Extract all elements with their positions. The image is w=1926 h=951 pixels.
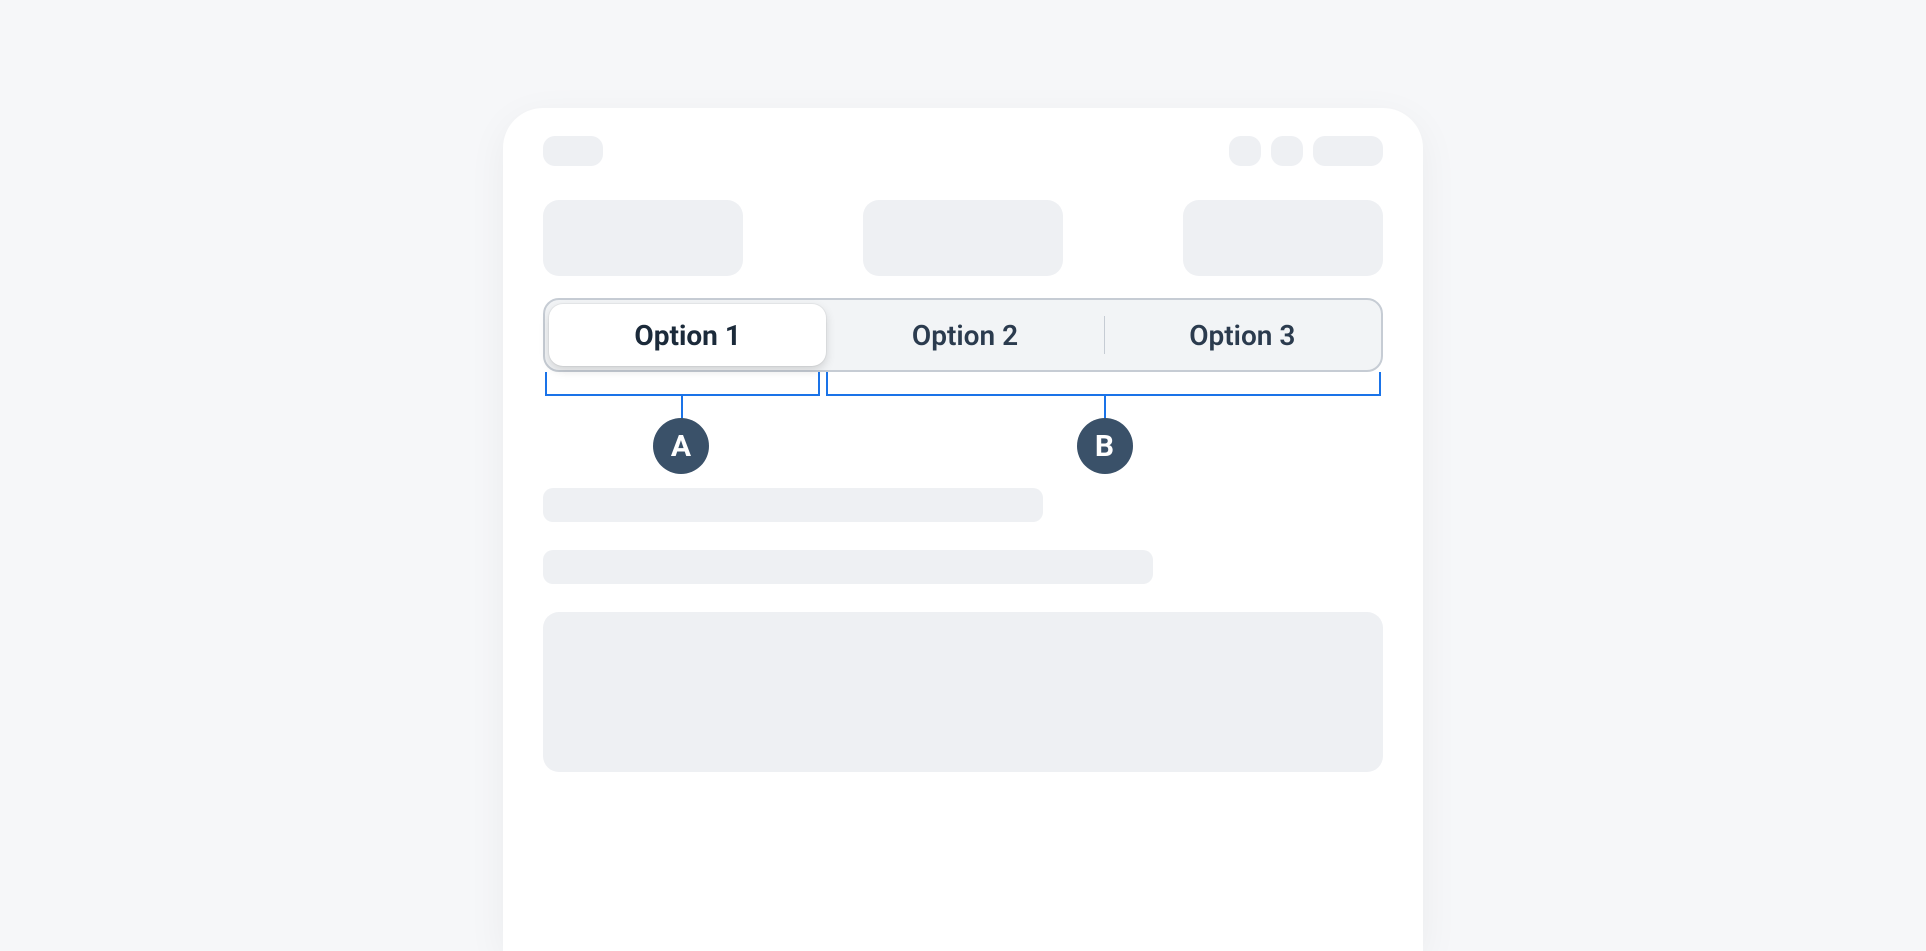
annotation-label: B xyxy=(1095,429,1114,464)
annotation-badge-a: A xyxy=(653,418,709,474)
content-block-placeholder xyxy=(543,612,1383,772)
bracket-a xyxy=(545,372,820,396)
top-bar xyxy=(503,108,1423,182)
device-frame: Option 1 Option 2 Option 3 A B xyxy=(503,108,1423,951)
segmented-option-1[interactable]: Option 1 xyxy=(549,304,826,366)
segmented-option-label: Option 1 xyxy=(634,319,740,352)
action-placeholder-3 xyxy=(1313,136,1383,166)
summary-tiles xyxy=(503,182,1423,276)
segmented-control-container: Option 1 Option 2 Option 3 xyxy=(503,276,1423,372)
annotation-brackets: A B xyxy=(543,372,1383,462)
segmented-option-label: Option 3 xyxy=(1189,319,1295,352)
tile-placeholder-3 xyxy=(1183,200,1383,276)
content-placeholders xyxy=(503,440,1423,772)
segmented-option-2[interactable]: Option 2 xyxy=(826,300,1103,370)
segmented-option-label: Option 2 xyxy=(912,319,1018,352)
segmented-option-3[interactable]: Option 3 xyxy=(1104,300,1381,370)
bracket-b xyxy=(826,372,1381,396)
nav-back-placeholder xyxy=(543,136,603,166)
action-placeholder-1 xyxy=(1229,136,1261,166)
segmented-control[interactable]: Option 1 Option 2 Option 3 xyxy=(543,298,1383,372)
tile-placeholder-2 xyxy=(863,200,1063,276)
action-placeholder-2 xyxy=(1271,136,1303,166)
text-line-placeholder-2 xyxy=(543,550,1153,584)
text-line-placeholder-1 xyxy=(543,488,1043,522)
top-right-actions xyxy=(1229,136,1383,166)
annotation-badge-b: B xyxy=(1077,418,1133,474)
tile-placeholder-1 xyxy=(543,200,743,276)
annotation-label: A xyxy=(671,429,691,464)
